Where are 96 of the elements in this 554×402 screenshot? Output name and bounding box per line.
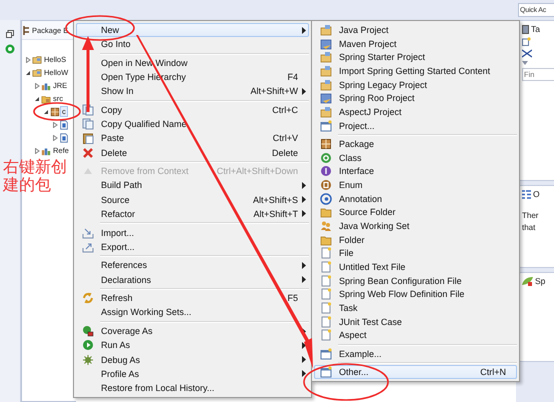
file-icon (320, 316, 332, 328)
menu-item[interactable]: Folder (314, 232, 517, 246)
menu-item[interactable]: Java Working Set (314, 219, 517, 233)
folder-icon (320, 234, 332, 246)
file-icon (320, 288, 332, 300)
menu-item[interactable]: Delete Delete (76, 146, 309, 160)
import-icon (82, 226, 94, 239)
menu-item[interactable]: Spring Bean Configuration File (314, 274, 517, 288)
menu-item[interactable]: Source Folder (314, 205, 517, 220)
menu-item[interactable]: Annotation (314, 192, 517, 206)
expander-icon[interactable] (25, 70, 31, 76)
menu-item[interactable]: Open in New Window (76, 56, 309, 70)
annotation-circle (33, 102, 81, 121)
task-list-icon (522, 24, 529, 34)
package-explorer-icon (23, 26, 31, 34)
menu-item[interactable]: Debug As (76, 352, 309, 367)
source-folder-icon (41, 94, 51, 104)
menu-item[interactable]: Java Project (314, 23, 517, 37)
menu-item[interactable]: Declarations (76, 272, 309, 287)
expander-icon[interactable] (43, 108, 49, 114)
package-icon (320, 138, 332, 150)
menu-item[interactable]: Refresh F5 (76, 291, 309, 306)
menu-item[interactable]: References (76, 258, 309, 272)
menu-item[interactable]: Example... (314, 346, 517, 360)
menu-item[interactable]: Spring Roo Project (314, 91, 517, 106)
menu-item[interactable]: JUnit Test Case (314, 314, 517, 329)
menu-item[interactable]: Restore from Local History... (76, 380, 309, 395)
package-icon (50, 106, 60, 116)
dropdown-caret-icon[interactable] (522, 61, 528, 65)
leaf-icon (522, 276, 533, 286)
menu-item[interactable]: Class (314, 150, 517, 164)
menu-item[interactable]: Run As (76, 338, 309, 352)
menu-item[interactable]: Spring Legacy Project (314, 78, 517, 92)
folder-icon (320, 206, 332, 218)
paste-icon (82, 132, 94, 144)
coverage-icon (82, 325, 94, 338)
annotation-circle (65, 15, 135, 41)
menu-item[interactable]: Untitled Text File (314, 260, 517, 274)
delete-icon (82, 146, 94, 159)
new-task-icon[interactable] (522, 37, 531, 46)
restore-icon[interactable] (6, 30, 14, 38)
menu-item[interactable]: New (76, 23, 309, 38)
outline-tab[interactable]: O (522, 189, 554, 199)
menu-item[interactable]: Interface (314, 164, 517, 178)
menu-item[interactable]: Copy Ctrl+C (76, 102, 309, 118)
class-icon (320, 152, 332, 164)
spring-tab[interactable]: Sp (522, 276, 554, 286)
menu-item[interactable]: Enum (314, 178, 517, 192)
library-icon (41, 80, 51, 90)
menu-item[interactable]: Import... (76, 225, 309, 240)
file-icon (320, 329, 332, 342)
people-icon (320, 220, 332, 232)
refresh-icon (82, 292, 94, 304)
export-icon (82, 240, 94, 253)
menu-item[interactable]: Profile As (76, 366, 309, 381)
menu-item[interactable]: Show In Alt+Shift+W (76, 84, 309, 98)
task-list-tab[interactable]: Ta (522, 24, 554, 34)
annotation-icon (320, 192, 332, 205)
copy-icon (82, 118, 94, 130)
bug-icon (82, 354, 94, 366)
menu-item[interactable]: Copy Qualified Name (76, 117, 309, 132)
menu-item[interactable]: Spring Web Flow Definition File (314, 288, 517, 302)
enum-icon (320, 178, 332, 191)
menu-item[interactable]: Package (314, 137, 517, 151)
menu-item[interactable]: Build Path (76, 178, 309, 193)
outline-message: Ther that (522, 210, 540, 234)
window-icon (320, 366, 332, 378)
file-icon (320, 274, 332, 287)
expander-icon[interactable] (34, 96, 40, 102)
copy-icon (82, 104, 94, 116)
perspective-icon[interactable] (5, 44, 15, 54)
menu-item[interactable]: File (314, 246, 517, 260)
menu-item[interactable]: AspectJ Project (314, 105, 517, 119)
run-icon (82, 339, 94, 352)
menu-item[interactable]: Project... (314, 118, 517, 132)
window-icon (320, 120, 332, 132)
menu-item[interactable]: Paste Ctrl+V (76, 131, 309, 146)
menu-item[interactable]: Other... Ctrl+N (314, 365, 517, 379)
menu-item[interactable]: Assign Working Sets... (76, 305, 309, 320)
menu-item[interactable]: Refactor Alt+Shift+T (76, 206, 309, 221)
menu-item[interactable]: Source Alt+Shift+S (76, 192, 309, 207)
menu-item[interactable]: Spring Starter Project (314, 50, 517, 64)
window-icon (320, 348, 332, 360)
library-icon (41, 146, 51, 156)
outline-icon (522, 190, 531, 198)
file-icon (320, 261, 332, 274)
menu-item[interactable]: Maven Project (314, 36, 517, 50)
interface-icon (320, 165, 332, 178)
menu-item[interactable]: Import Spring Getting Started Content (314, 64, 517, 78)
menu-item[interactable]: Go Into (76, 37, 309, 52)
file-icon (320, 247, 332, 260)
menu-item[interactable]: Aspect (314, 328, 517, 342)
annotation-text: 右键新创建的包 (3, 158, 68, 194)
file-icon (320, 302, 332, 314)
menu-item[interactable]: Task (314, 301, 517, 315)
menu-item[interactable]: Export... (76, 240, 309, 254)
